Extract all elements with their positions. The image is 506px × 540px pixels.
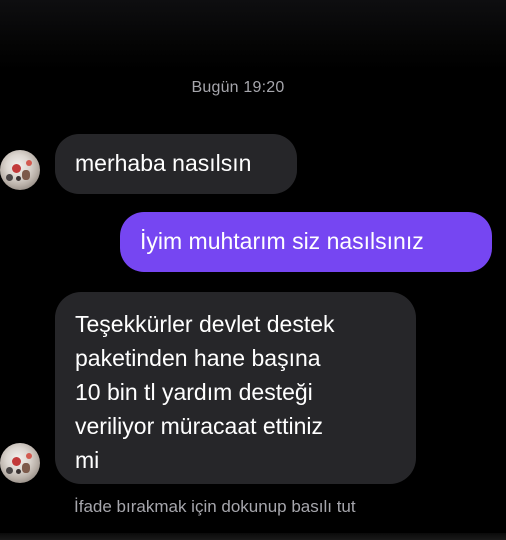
incoming-message-bubble[interactable]: Teşekkürler devlet destek paketinden han… bbox=[55, 292, 416, 484]
message-text-line: veriliyor müracaat ettiniz bbox=[75, 413, 323, 439]
incoming-message-bubble[interactable]: merhaba nasılsın bbox=[55, 134, 297, 194]
message-text-line: mi bbox=[75, 447, 100, 473]
contact-avatar[interactable] bbox=[0, 150, 40, 190]
contact-avatar[interactable] bbox=[0, 443, 40, 483]
message-text-line: Teşekkürler devlet destek bbox=[75, 311, 335, 337]
message-text: merhaba nasılsın bbox=[75, 150, 252, 176]
outgoing-message-bubble[interactable]: İyim muhtarım siz nasılsınız bbox=[120, 212, 492, 272]
reaction-hint: İfade bırakmak için dokunup basılı tut bbox=[74, 497, 356, 516]
message-text-line: 10 bin tl yardım desteği bbox=[75, 379, 313, 405]
composer-edge bbox=[0, 533, 506, 540]
chat-thread[interactable]: Bugün 19:20 merhaba nasılsın İyim muhtar… bbox=[0, 0, 506, 540]
message-timestamp: Bugün 19:20 bbox=[191, 79, 285, 96]
message-text: İyim muhtarım siz nasılsınız bbox=[140, 228, 424, 254]
message-text-line: paketinden hane başına bbox=[75, 345, 321, 371]
